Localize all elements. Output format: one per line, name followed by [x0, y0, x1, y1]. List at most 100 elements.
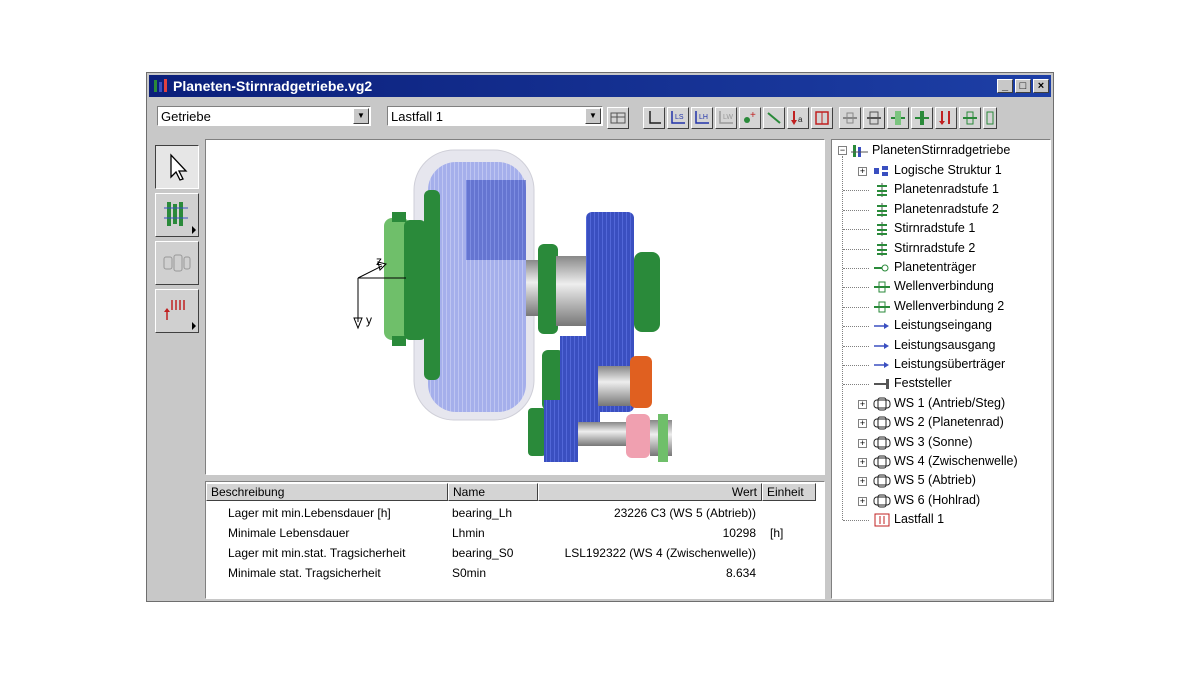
collapse-toggle[interactable]: −	[838, 146, 847, 155]
results-table: Beschreibung Name Wert Einheit Lager mit…	[205, 481, 825, 599]
cell-beschreibung: Minimale stat. Tragsicherheit	[228, 566, 381, 580]
cell-name: bearing_S0	[452, 546, 514, 560]
tree-guide	[843, 190, 869, 192]
gear-stage-icon	[877, 241, 887, 256]
title-bar[interactable]: Planeten-Stirnradgetriebe.vg2 _ □ ×	[149, 75, 1051, 97]
tree-item-label: WS 2 (Planetenrad)	[894, 415, 1004, 430]
connect-icon	[767, 112, 781, 124]
bearing-icon	[815, 111, 829, 125]
component-select[interactable]: Getriebe ▼	[157, 106, 371, 126]
tool-palette	[151, 137, 203, 597]
table-row[interactable]: Lager mit min.stat. Tragsicherheit beari…	[206, 544, 824, 564]
tree-guide	[843, 248, 869, 250]
tree-item-label: Wellenverbindung 2	[894, 298, 1005, 313]
tree-item-label: Leistungsüberträger	[894, 357, 1006, 371]
shaft-button[interactable]	[863, 107, 885, 129]
tree-item-label: WS 4 (Zwischenwelle)	[894, 454, 1018, 468]
gear-button-3[interactable]	[959, 107, 981, 129]
lh-icon: LH	[695, 111, 709, 124]
col-header-wert[interactable]: Wert	[538, 483, 762, 501]
loadcase-select-value: Lastfall 1	[391, 109, 444, 124]
tree-item-label: WS 1 (Antrieb/Steg)	[894, 395, 1006, 410]
tree-guide	[843, 229, 869, 231]
chevron-down-icon[interactable]: ▼	[353, 108, 369, 124]
cell-name: Lhmin	[452, 526, 485, 540]
model-tree[interactable]: − PlanetenStirnradgetriebe + Logische Str…	[831, 139, 1051, 599]
expand-toggle[interactable]: +	[858, 477, 867, 487]
gearbox-3d-view[interactable]: z y	[205, 139, 825, 475]
cell-wert: 8.634	[725, 566, 756, 580]
lh-button[interactable]: LH	[691, 107, 713, 129]
gear-stage-icon	[877, 222, 887, 237]
coupling-icon	[874, 301, 890, 313]
table-row[interactable]: Lager mit min.Lebensdauer [h] bearing_Lh…	[206, 504, 824, 524]
shaft-icon	[873, 474, 891, 488]
cell-beschreibung: Minimale Lebensdauer	[228, 526, 350, 540]
cell-einheit: [h]	[770, 526, 784, 540]
loadcase-select[interactable]: Lastfall 1 ▼	[387, 106, 603, 126]
tree-guide	[843, 365, 869, 366]
connect-button[interactable]	[763, 107, 785, 129]
tree-guide	[843, 520, 869, 522]
gearbox-model-graphic: z y	[353, 149, 672, 462]
expand-toggle[interactable]: +	[858, 167, 867, 176]
col-header-name[interactable]: Name	[448, 483, 538, 501]
force-button[interactable]	[935, 107, 957, 129]
table-row[interactable]: Minimale Lebensdauer Lhmin 10298 [h]	[206, 524, 824, 544]
gear-button-1[interactable]	[887, 107, 909, 129]
shaft-icon	[873, 416, 891, 430]
expand-toggle[interactable]: +	[858, 496, 867, 506]
load-button[interactable]: a	[787, 107, 809, 129]
select-tool-button[interactable]	[155, 145, 199, 189]
expand-toggle[interactable]: +	[858, 458, 867, 467]
load-tool-button[interactable]	[155, 289, 199, 333]
tree-guide	[843, 384, 869, 386]
gearbox-icon	[851, 145, 868, 157]
svg-text:LS: LS	[675, 114, 684, 121]
svg-text:LH: LH	[699, 114, 708, 121]
coordinate-button[interactable]	[643, 107, 665, 129]
tree-item-label: Stirnradstufe 2	[894, 240, 976, 255]
table-button[interactable]	[607, 107, 629, 129]
shaft-tool-button[interactable]	[155, 241, 199, 285]
svg-text:LW: LW	[723, 114, 733, 121]
shaft-icon	[873, 397, 891, 411]
col-header-einheit[interactable]: Einheit	[762, 483, 816, 501]
table-header: Beschreibung Name Wert Einheit	[206, 482, 824, 502]
cursor-arrow-icon	[170, 153, 188, 181]
add-node-button[interactable]: +	[739, 107, 761, 129]
table-row[interactable]: Minimale stat. Tragsicherheit S0min 8.63…	[206, 564, 824, 584]
close-button[interactable]: ×	[1033, 79, 1049, 93]
col-header-beschreibung[interactable]: Beschreibung	[206, 483, 448, 501]
shaft-left-button[interactable]	[839, 107, 861, 129]
tree-guide	[843, 209, 869, 211]
structure-icon	[874, 166, 888, 176]
cell-wert: 23226 C3 (WS 5 (Abtrieb))	[613, 506, 756, 520]
minimize-button[interactable]: _	[997, 79, 1013, 93]
expand-toggle[interactable]: +	[858, 438, 867, 448]
power-flow-icon	[874, 323, 889, 330]
tree-item-label: Leistungsausgang	[894, 337, 996, 352]
gear-button-4[interactable]	[983, 107, 997, 129]
ls-button[interactable]: LS	[667, 107, 689, 129]
shaft-coupling-icon	[163, 254, 191, 272]
bearing-red-button[interactable]	[811, 107, 833, 129]
gear-stage-tool-button[interactable]	[155, 193, 199, 237]
gear-icon	[986, 111, 994, 125]
toolbar: Getriebe ▼ Lastfall 1 ▼ LS LH LW + a	[149, 99, 1051, 133]
lw-button[interactable]: LW	[715, 107, 737, 129]
maximize-button[interactable]: □	[1015, 79, 1031, 93]
force-arrows-icon	[164, 300, 196, 330]
tree-item-label: Feststeller	[894, 376, 952, 391]
load-arrow-icon: a	[791, 111, 803, 125]
gear-button-2[interactable]	[911, 107, 933, 129]
gear-stage-icon	[877, 183, 887, 198]
expand-toggle[interactable]: +	[858, 399, 867, 409]
coupling-icon	[874, 281, 890, 293]
gear-icon	[891, 111, 905, 125]
power-flow-icon	[874, 342, 889, 349]
chevron-down-icon[interactable]: ▼	[585, 108, 601, 124]
component-select-value: Getriebe	[161, 109, 211, 124]
expand-toggle[interactable]: +	[858, 419, 867, 429]
shaft-icon	[873, 436, 891, 450]
